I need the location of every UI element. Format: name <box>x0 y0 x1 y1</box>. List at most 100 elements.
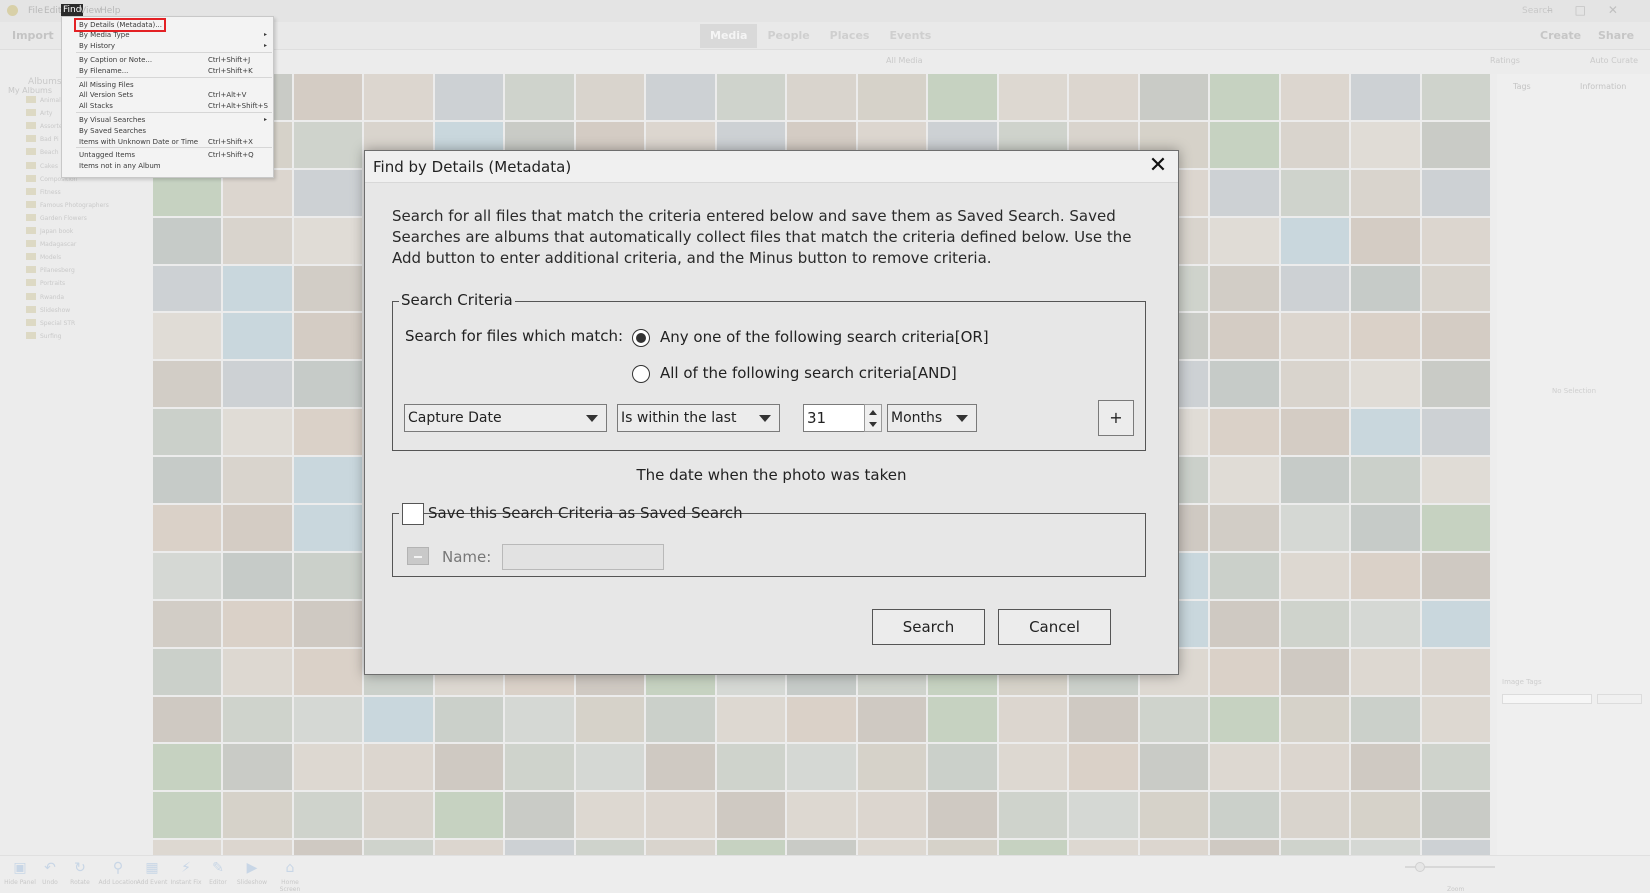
thumbnail[interactable] <box>1069 74 1138 120</box>
thumbnail[interactable] <box>646 74 715 120</box>
tab-media[interactable]: Media <box>700 24 758 48</box>
find-menu-item[interactable]: All Stacks <box>79 101 113 111</box>
thumbnail[interactable] <box>1351 744 1420 791</box>
menu-help[interactable]: Help <box>100 6 121 16</box>
remove-criteria-button[interactable] <box>407 547 429 565</box>
thumbnail[interactable] <box>153 552 222 599</box>
album-item[interactable]: Garden Flowers <box>26 214 87 224</box>
thumbnail[interactable] <box>293 121 363 168</box>
thumbnail[interactable] <box>293 457 363 504</box>
thumbnail[interactable] <box>364 792 433 839</box>
thumbnail[interactable] <box>1421 74 1490 120</box>
album-item[interactable]: Arty <box>26 109 52 119</box>
album-item[interactable]: Animals <box>26 96 64 106</box>
radio-and[interactable] <box>632 365 650 383</box>
thumbnail[interactable] <box>1069 696 1138 743</box>
album-item[interactable]: Special STR <box>26 319 75 329</box>
thumbnail[interactable] <box>1351 505 1420 551</box>
thumbnail[interactable] <box>505 696 574 743</box>
find-menu-item[interactable]: All Missing Files <box>79 80 134 90</box>
radio-and-label[interactable]: All of the following search criteria[AND… <box>660 364 957 382</box>
thumbnail[interactable] <box>646 744 715 791</box>
thumbnail[interactable] <box>1351 313 1420 360</box>
thumbnail[interactable] <box>1210 648 1279 695</box>
save-search-checkbox[interactable] <box>402 503 424 525</box>
find-menu-item[interactable]: By History <box>79 41 115 51</box>
thumbnail[interactable] <box>575 74 645 120</box>
thumbnail[interactable] <box>1280 552 1350 599</box>
thumbnail[interactable] <box>1280 505 1350 551</box>
find-menu-item[interactable]: By Media Type <box>79 30 130 40</box>
thumbnail[interactable] <box>1210 217 1279 264</box>
stepper-down-icon[interactable] <box>869 422 877 427</box>
thumbnail[interactable] <box>293 744 363 791</box>
thumbnail[interactable] <box>1351 169 1420 216</box>
thumbnail[interactable] <box>153 505 222 551</box>
save-search-label[interactable]: Save this Search Criteria as Saved Searc… <box>428 504 743 522</box>
thumbnail[interactable] <box>1351 696 1420 743</box>
menu-edit[interactable]: Edit <box>44 6 61 16</box>
find-menu-item[interactable]: Items not in any Album <box>79 161 161 171</box>
ratings-filter[interactable]: Ratings <box>1490 56 1520 65</box>
thumbnail[interactable] <box>1421 457 1490 504</box>
thumbnail[interactable] <box>1421 696 1490 743</box>
thumbnail[interactable] <box>223 648 292 695</box>
thumbnail[interactable] <box>1351 552 1420 599</box>
thumbnail[interactable] <box>1351 74 1420 120</box>
thumbnail[interactable] <box>1421 121 1490 168</box>
thumbnail[interactable] <box>1421 361 1490 408</box>
find-menu-item[interactable]: By Saved Searches <box>79 126 146 136</box>
thumbnail[interactable] <box>1210 361 1279 408</box>
close-icon[interactable]: ✕ <box>1147 155 1169 177</box>
thumbnail[interactable] <box>223 744 292 791</box>
thumbnail[interactable] <box>1421 265 1490 312</box>
menu-file[interactable]: File <box>28 6 43 16</box>
thumbnail[interactable] <box>1210 74 1279 120</box>
thumbnail[interactable] <box>505 792 574 839</box>
thumbnail[interactable] <box>1421 792 1490 839</box>
thumbnail[interactable] <box>998 792 1068 839</box>
thumbnail[interactable] <box>857 792 927 839</box>
thumbnail[interactable] <box>1069 792 1138 839</box>
thumbnail[interactable] <box>1280 792 1350 839</box>
thumbnail[interactable] <box>787 74 856 120</box>
thumbnail[interactable] <box>1280 361 1350 408</box>
thumbnail[interactable] <box>153 217 222 264</box>
album-item[interactable]: Bad Pi <box>26 135 59 145</box>
thumbnail[interactable] <box>1280 169 1350 216</box>
import-button[interactable]: Import <box>12 29 54 42</box>
my-albums-header[interactable]: My Albums <box>8 86 52 95</box>
thumbnail[interactable] <box>293 505 363 551</box>
album-item[interactable]: Famous Photographers <box>26 201 109 211</box>
bottom-action-slideshow[interactable]: ▶ Slideshow <box>232 860 272 886</box>
tab-people[interactable]: People <box>757 24 819 48</box>
album-item[interactable]: Pilanesberg <box>26 266 75 276</box>
thumbnail[interactable] <box>1210 552 1279 599</box>
thumbnail[interactable] <box>857 744 927 791</box>
thumbnail[interactable] <box>293 313 363 360</box>
thumbnail[interactable] <box>1210 744 1279 791</box>
thumbnail[interactable] <box>857 74 927 120</box>
find-menu-item[interactable]: Untagged Items <box>79 150 135 160</box>
thumbnail[interactable] <box>1351 792 1420 839</box>
thumbnail[interactable] <box>505 744 574 791</box>
thumbnail[interactable] <box>998 696 1068 743</box>
thumbnail[interactable] <box>1280 74 1350 120</box>
thumbnail[interactable] <box>293 361 363 408</box>
thumbnail[interactable] <box>1280 217 1350 264</box>
thumbnail[interactable] <box>1421 217 1490 264</box>
thumbnail[interactable] <box>575 792 645 839</box>
thumbnail[interactable] <box>928 696 997 743</box>
thumbnail[interactable] <box>293 409 363 456</box>
radio-or[interactable] <box>632 329 650 347</box>
saved-search-name-field[interactable] <box>502 544 664 570</box>
thumbnail[interactable] <box>716 696 786 743</box>
auto-curate-toggle[interactable]: Auto Curate <box>1590 56 1638 65</box>
thumbnail[interactable] <box>575 744 645 791</box>
thumbnail[interactable] <box>1210 696 1279 743</box>
thumbnail[interactable] <box>364 74 433 120</box>
thumbnail[interactable] <box>787 792 856 839</box>
thumbnail[interactable] <box>1351 600 1420 647</box>
thumbnail[interactable] <box>1210 792 1279 839</box>
thumbnail[interactable] <box>646 792 715 839</box>
